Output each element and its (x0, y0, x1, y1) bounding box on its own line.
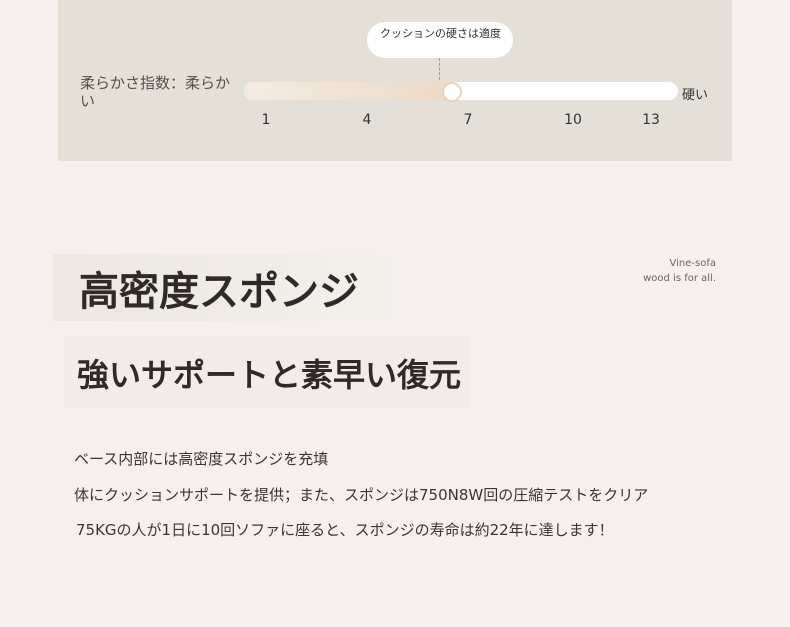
section-subtitle: 強いサポートと素早い復元 (77, 356, 462, 394)
brand-name: Vine-sofa (669, 258, 716, 269)
scale-tick: 4 (362, 112, 372, 128)
softness-panel: 柔らかさ指数：柔らかい クッションの硬さは適度 硬い 1 4 7 10 13 (58, 0, 732, 161)
tooltip-pointer (439, 58, 440, 80)
softness-label: 柔らかさ指数：柔らかい (80, 74, 231, 110)
scale-end-label: 硬い (682, 88, 709, 103)
description-line: 体にクッションサポートを提供；また、スポンジは750N8W回の圧縮テストをクリア (74, 486, 649, 504)
description-line: ベース内部には高密度スポンジを充填 (74, 450, 329, 468)
softness-tooltip: クッションの硬さは適度 (367, 22, 513, 58)
softness-slider-fill (244, 82, 452, 100)
section-title: 高密度スポンジ (79, 269, 359, 315)
brand-mark: Vine-sofa wood is for all. (643, 256, 716, 286)
brand-tagline: wood is for all. (643, 273, 716, 284)
description-line: 75KGの人が1日に10回ソファに座ると、スポンジの寿命は約22年に達します！ (76, 521, 614, 539)
scale-tick: 1 (261, 112, 271, 128)
scale-tick: 7 (463, 112, 473, 128)
scale-tick: 10 (564, 112, 582, 128)
scale-tick: 13 (642, 112, 660, 128)
